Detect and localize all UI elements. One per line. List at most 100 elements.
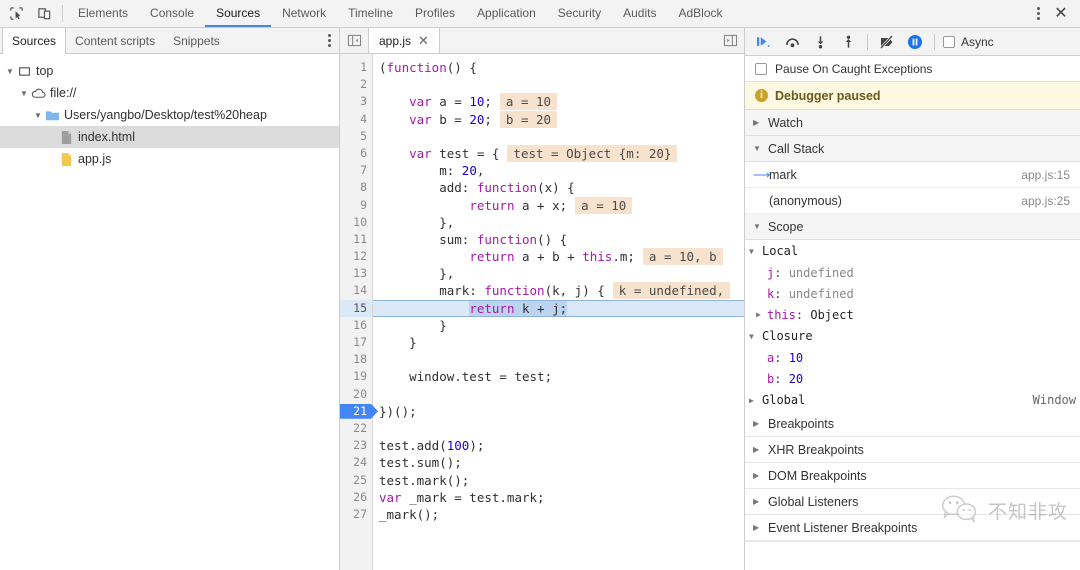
twisty-icon[interactable]: ▼: [32, 111, 44, 120]
code-line[interactable]: mark: function(k, j) {k = undefined,: [373, 282, 744, 299]
line-number[interactable]: 1: [340, 59, 372, 76]
async-checkbox[interactable]: [943, 36, 955, 48]
navigator-kebab-menu-icon[interactable]: [319, 31, 339, 51]
line-number[interactable]: 11: [340, 231, 372, 248]
call-stack-frame-mark[interactable]: ⟶ mark app.js:15: [745, 162, 1080, 188]
section-event-listener-breakpoints[interactable]: ▶ Event Listener Breakpoints: [745, 515, 1080, 541]
line-number[interactable]: 26: [340, 489, 372, 506]
code-line[interactable]: },: [373, 265, 744, 282]
code-line[interactable]: var test = {test = Object {m: 20}: [373, 145, 744, 162]
step-over-icon[interactable]: [779, 31, 805, 53]
chevron-right-icon[interactable]: ▶: [749, 396, 758, 405]
pause-on-exceptions-icon[interactable]: [902, 31, 928, 53]
collapse-sidebar-icon[interactable]: [340, 28, 368, 53]
code-line[interactable]: [373, 386, 744, 403]
chevron-down-icon[interactable]: ▼: [749, 332, 758, 341]
tab-application[interactable]: Application: [466, 0, 547, 27]
tab-adblock[interactable]: AdBlock: [667, 0, 733, 27]
scope-variable-a[interactable]: a: 10: [745, 347, 1080, 368]
line-number[interactable]: 20: [340, 386, 372, 403]
pause-caught-checkbox[interactable]: [755, 63, 767, 75]
tab-network[interactable]: Network: [271, 0, 337, 27]
line-number[interactable]: 2: [340, 76, 372, 93]
tree-item-app-js[interactable]: app.js: [0, 148, 339, 170]
code-line[interactable]: [373, 76, 744, 93]
code-line[interactable]: var a = 10;a = 10: [373, 93, 744, 110]
scope-group-closure[interactable]: ▼ Closure: [745, 325, 1080, 347]
line-number[interactable]: 5: [340, 128, 372, 145]
scope-variable-j[interactable]: j: undefined: [745, 262, 1080, 283]
scope-group-global[interactable]: ▶ Global Window: [745, 389, 1080, 411]
line-number[interactable]: 7: [340, 162, 372, 179]
resume-script-icon[interactable]: [751, 31, 777, 53]
step-out-icon[interactable]: [835, 31, 861, 53]
code-line[interactable]: add: function(x) {: [373, 179, 744, 196]
section-scope[interactable]: ▼ Scope: [745, 214, 1080, 240]
line-number[interactable]: 25: [340, 472, 372, 489]
scope-variable-k[interactable]: k: undefined: [745, 283, 1080, 304]
close-icon[interactable]: ✕: [418, 34, 429, 47]
code-line[interactable]: [373, 128, 744, 145]
expand-sidebar-icon[interactable]: [716, 28, 744, 53]
deactivate-breakpoints-icon[interactable]: [874, 31, 900, 53]
line-number[interactable]: 22: [340, 420, 372, 437]
close-icon[interactable]: ✕: [1050, 3, 1072, 25]
code-line[interactable]: _mark();: [373, 506, 744, 523]
line-number[interactable]: 21: [340, 403, 372, 420]
code-line[interactable]: sum: function() {: [373, 231, 744, 248]
code-line[interactable]: (function() {: [373, 59, 744, 76]
tab-console[interactable]: Console: [139, 0, 205, 27]
chevron-down-icon[interactable]: ▼: [753, 144, 762, 153]
code-line[interactable]: }: [373, 334, 744, 351]
code-content[interactable]: (function() { var a = 10;a = 10 var b = …: [373, 54, 744, 570]
chevron-down-icon[interactable]: ▼: [753, 222, 762, 231]
tab-sources[interactable]: Sources: [205, 0, 271, 27]
twisty-icon[interactable]: ▼: [4, 67, 16, 76]
tree-item-top[interactable]: ▼ top: [0, 60, 339, 82]
twisty-icon[interactable]: ▼: [18, 89, 30, 98]
code-line[interactable]: },: [373, 214, 744, 231]
code-line[interactable]: test.add(100);: [373, 437, 744, 454]
code-line[interactable]: var b = 20;b = 20: [373, 111, 744, 128]
nav-tab-snippets[interactable]: Snippets: [164, 28, 229, 53]
tree-item-folder[interactable]: ▼ Users/yangbo/Desktop/test%20heap: [0, 104, 339, 126]
line-number[interactable]: 27: [340, 506, 372, 523]
line-number[interactable]: 23: [340, 437, 372, 454]
line-number[interactable]: 17: [340, 334, 372, 351]
scope-variable-this[interactable]: ▶this: Object: [745, 304, 1080, 325]
code-line[interactable]: test.mark();: [373, 472, 744, 489]
code-line[interactable]: window.test = test;: [373, 368, 744, 385]
nav-tab-content-scripts[interactable]: Content scripts: [66, 28, 164, 53]
code-editor[interactable]: 1234567891011121314151617181920212223242…: [340, 54, 744, 570]
tab-profiles[interactable]: Profiles: [404, 0, 466, 27]
code-line[interactable]: [373, 420, 744, 437]
scope-variable-b[interactable]: b: 20: [745, 368, 1080, 389]
code-line[interactable]: }: [373, 317, 744, 334]
chevron-right-icon[interactable]: ▶: [753, 497, 762, 506]
tree-item-index-html[interactable]: index.html: [0, 126, 339, 148]
scope-group-local[interactable]: ▼ Local: [745, 240, 1080, 262]
line-number[interactable]: 13: [340, 265, 372, 282]
section-breakpoints[interactable]: ▶ Breakpoints: [745, 411, 1080, 437]
section-xhr-breakpoints[interactable]: ▶ XHR Breakpoints: [745, 437, 1080, 463]
line-number[interactable]: 14: [340, 282, 372, 299]
line-number[interactable]: 9: [340, 197, 372, 214]
line-number-gutter[interactable]: 1234567891011121314151617181920212223242…: [340, 54, 373, 570]
section-global-listeners[interactable]: ▶ Global Listeners: [745, 489, 1080, 515]
code-line[interactable]: })();: [373, 403, 744, 420]
chevron-right-icon[interactable]: ▶: [753, 419, 762, 428]
call-stack-frame-anonymous[interactable]: (anonymous) app.js:25: [745, 188, 1080, 214]
line-number[interactable]: 18: [340, 351, 372, 368]
tab-timeline[interactable]: Timeline: [337, 0, 404, 27]
code-line[interactable]: m: 20,: [373, 162, 744, 179]
section-dom-breakpoints[interactable]: ▶ DOM Breakpoints: [745, 463, 1080, 489]
code-line[interactable]: return a + b + this.m;a = 10, b: [373, 248, 744, 265]
step-into-icon[interactable]: [807, 31, 833, 53]
line-number[interactable]: 6: [340, 145, 372, 162]
line-number[interactable]: 8: [340, 179, 372, 196]
line-number[interactable]: 24: [340, 454, 372, 471]
code-line[interactable]: return a + x;a = 10: [373, 197, 744, 214]
tab-elements[interactable]: Elements: [67, 0, 139, 27]
chevron-right-icon[interactable]: ▶: [756, 310, 765, 319]
inspect-element-icon[interactable]: [6, 4, 26, 24]
